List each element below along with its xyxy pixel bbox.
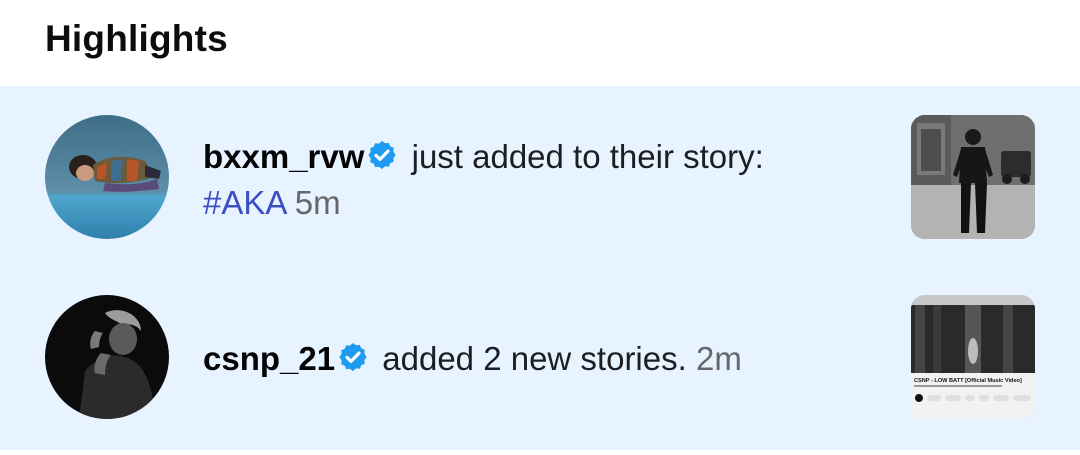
username[interactable]: bxxm_rvw bbox=[203, 138, 364, 175]
notification-item[interactable]: csnp_21 added 2 new stories. 2m CSNP - L… bbox=[0, 276, 1080, 436]
notification-text: csnp_21 added 2 new stories. 2m bbox=[203, 336, 883, 382]
story-thumbnail[interactable]: CSNP - LOW BATT [Official Music Video] bbox=[911, 295, 1035, 419]
notification-action: just added to their story: bbox=[402, 138, 764, 175]
username[interactable]: csnp_21 bbox=[203, 340, 335, 377]
avatar[interactable] bbox=[45, 295, 169, 419]
section-title: Highlights bbox=[45, 18, 228, 59]
hashtag-link[interactable]: #AKA bbox=[203, 184, 286, 221]
section-header: Highlights bbox=[0, 0, 1080, 86]
notification-text: bxxm_rvw just added to their story: #AKA… bbox=[203, 134, 883, 226]
notification-action: added 2 new stories. bbox=[373, 340, 687, 377]
verified-badge-icon bbox=[368, 141, 397, 169]
notification-list: bxxm_rvw just added to their story: #AKA… bbox=[0, 86, 1080, 450]
story-thumbnail[interactable] bbox=[911, 115, 1035, 239]
verified-badge-icon bbox=[339, 343, 367, 371]
notification-item[interactable]: bxxm_rvw just added to their story: #AKA… bbox=[0, 98, 1080, 258]
video-title: CSNP - LOW BATT [Official Music Video] bbox=[914, 378, 1022, 384]
bottom-divider bbox=[0, 450, 1080, 455]
timestamp: 2m bbox=[695, 340, 742, 377]
timestamp: 5m bbox=[294, 184, 341, 221]
avatar[interactable] bbox=[45, 115, 169, 239]
